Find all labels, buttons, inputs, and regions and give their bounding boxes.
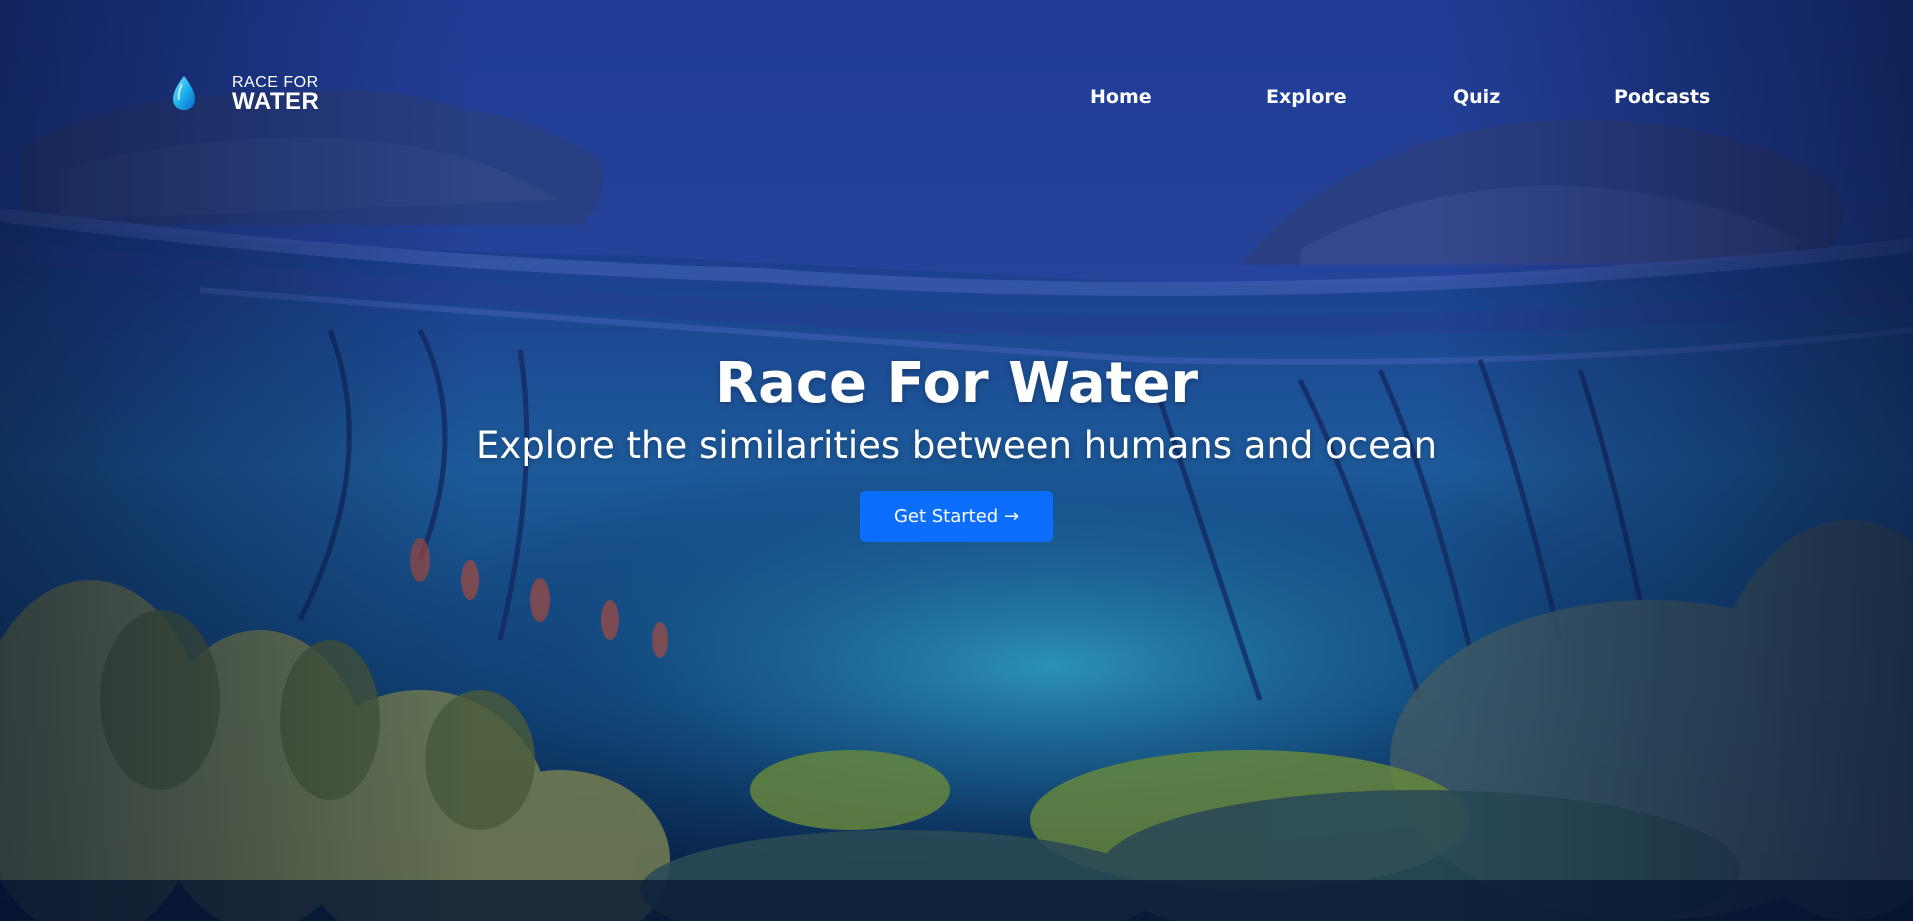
nav-link-explore[interactable]: Explore (1266, 86, 1347, 108)
nav-menu: Home Explore Quiz Podcasts (1090, 86, 1710, 116)
hero-section: Race For Water Explore the similarities … (0, 350, 1913, 543)
nav-link-quiz[interactable]: Quiz (1453, 86, 1500, 108)
nav-link-home[interactable]: Home (1090, 86, 1152, 108)
water-drop-icon (173, 76, 195, 110)
landing-page: RACE FOR WATER Home Explore Quiz Podcast… (0, 0, 1913, 921)
hero-subtitle: Explore the similarities between humans … (475, 424, 1438, 468)
brand-logo[interactable]: RACE FOR WATER (168, 70, 338, 118)
hero-title: Race For Water (714, 351, 1199, 416)
nav-link-podcasts[interactable]: Podcasts (1614, 86, 1710, 108)
top-navbar: RACE FOR WATER Home Explore Quiz Podcast… (0, 0, 1913, 200)
brand-wordmark: RACE FOR WATER (232, 75, 319, 114)
get-started-button[interactable]: Get Started → (859, 491, 1054, 543)
brand-line-2: WATER (232, 88, 320, 115)
